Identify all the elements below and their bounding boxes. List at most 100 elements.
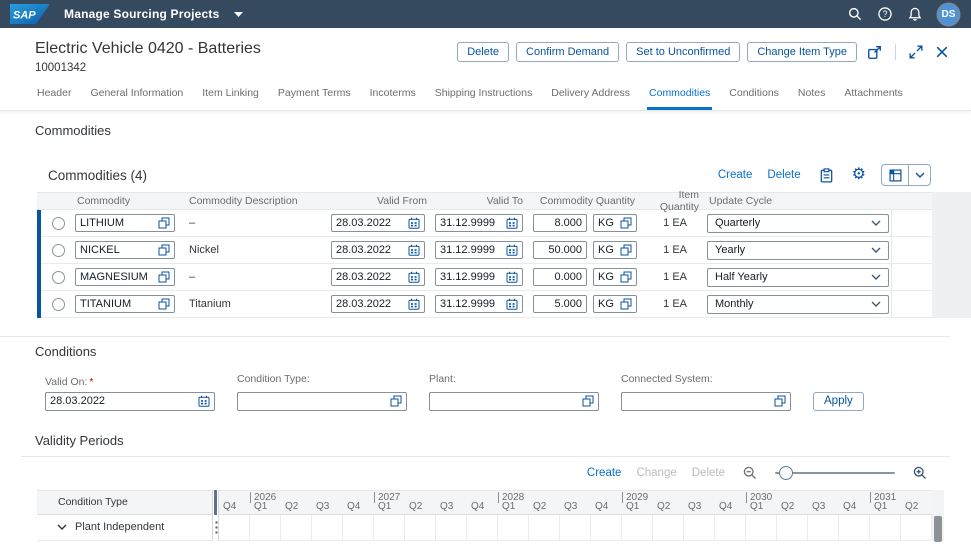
timeline-quarter[interactable]: Q2	[405, 491, 436, 514]
gantt-cell[interactable]	[777, 515, 808, 541]
unit-input[interactable]: KG	[593, 268, 637, 286]
calendar-icon[interactable]	[506, 298, 518, 310]
timeline-quarter[interactable]: 2028Q1	[498, 491, 529, 514]
timeline-quarter[interactable]: Q4	[715, 491, 746, 514]
timeline-quarter[interactable]: Q2	[281, 491, 312, 514]
tab-commodities[interactable]: Commodities	[647, 87, 712, 110]
gantt-cell[interactable]	[560, 515, 591, 541]
calendar-icon[interactable]	[408, 298, 420, 310]
gantt-cell[interactable]	[374, 515, 405, 541]
row-select-radio[interactable]	[52, 298, 65, 311]
timeline-quarter[interactable]: Q3	[808, 491, 839, 514]
apply-button[interactable]: Apply	[813, 392, 864, 411]
gantt-cell[interactable]	[870, 515, 901, 541]
settings-gear-icon[interactable]: ⚙	[852, 168, 866, 182]
calendar-icon[interactable]	[408, 217, 420, 229]
gantt-cell[interactable]	[250, 515, 281, 541]
zoom-slider[interactable]	[775, 466, 895, 480]
timeline-quarter[interactable]: Q2	[901, 491, 932, 514]
gantt-row-plant-independent[interactable]: Plant Independent	[37, 515, 212, 541]
quantity-input[interactable]: 0.000	[533, 268, 587, 286]
gantt-cell[interactable]	[591, 515, 622, 541]
update-cycle-select[interactable]: Quarterly	[707, 214, 889, 233]
expand-chevron-icon[interactable]	[57, 524, 67, 530]
gantt-cell[interactable]	[529, 515, 560, 541]
zoom-out-icon[interactable]	[740, 464, 760, 482]
tab-incoterms[interactable]: Incoterms	[368, 87, 418, 110]
quantity-input[interactable]: 8.000	[533, 214, 587, 232]
value-help-icon[interactable]	[158, 298, 170, 310]
help-icon[interactable]: ?	[878, 7, 892, 21]
valid-to-input[interactable]: 31.12.9999	[435, 295, 523, 313]
vp-delete-button[interactable]: Delete	[692, 467, 725, 479]
timeline-quarter[interactable]: 2027Q1	[374, 491, 405, 514]
quantity-input[interactable]: 5.000	[533, 295, 587, 313]
timeline-quarter[interactable]: 2031Q1	[870, 491, 901, 514]
tab-header[interactable]: Header	[35, 87, 73, 110]
set-to-unconfirmed-button[interactable]: Set to Unconfirmed	[626, 42, 740, 62]
splitter-handle[interactable]	[212, 490, 219, 541]
update-cycle-select[interactable]: Yearly	[707, 241, 889, 260]
fullscreen-icon[interactable]	[906, 43, 926, 61]
tab-general-information[interactable]: General Information	[88, 87, 185, 110]
valid-to-input[interactable]: 31.12.9999	[435, 268, 523, 286]
value-help-icon[interactable]	[158, 217, 170, 229]
plant-input[interactable]	[429, 392, 599, 411]
condition-type-input[interactable]	[237, 392, 407, 411]
avatar[interactable]: DS	[938, 4, 959, 25]
gantt-cell[interactable]	[839, 515, 870, 541]
delete-button[interactable]: Delete	[457, 42, 509, 62]
vertical-scrollbar[interactable]	[932, 490, 944, 541]
tab-attachments[interactable]: Attachments	[842, 87, 904, 110]
gantt-cell[interactable]	[219, 515, 250, 541]
value-help-icon[interactable]	[620, 271, 632, 283]
valid-from-input[interactable]: 28.03.2022	[331, 295, 425, 313]
gantt-cell[interactable]	[498, 515, 529, 541]
timeline-quarter[interactable]: Q3	[684, 491, 715, 514]
gantt-cell[interactable]	[281, 515, 312, 541]
row-select-radio[interactable]	[52, 271, 65, 284]
gantt-cell[interactable]	[436, 515, 467, 541]
timeline-quarter[interactable]: Q2	[777, 491, 808, 514]
commodity-input[interactable]: NICKEL	[75, 241, 175, 259]
value-help-icon[interactable]	[390, 395, 402, 407]
row-select-radio[interactable]	[52, 244, 65, 257]
timeline-quarter[interactable]: Q2	[653, 491, 684, 514]
zoom-in-icon[interactable]	[910, 464, 930, 482]
valid-from-input[interactable]: 28.03.2022	[331, 241, 425, 259]
valid-to-input[interactable]: 31.12.9999	[435, 214, 523, 232]
tab-delivery-address[interactable]: Delivery Address	[549, 87, 632, 110]
valid-on-input[interactable]: 28.03.2022	[45, 392, 215, 411]
gantt-cell[interactable]	[467, 515, 498, 541]
valid-from-input[interactable]: 28.03.2022	[331, 214, 425, 232]
timeline-quarter[interactable]: Q3	[312, 491, 343, 514]
timeline-quarter[interactable]: Q4	[467, 491, 498, 514]
connected-system-input[interactable]	[621, 392, 791, 411]
gantt-cell[interactable]	[622, 515, 653, 541]
commodity-input[interactable]: MAGNESIUM	[75, 268, 175, 286]
timeline-quarter[interactable]: Q4	[591, 491, 622, 514]
valid-from-input[interactable]: 28.03.2022	[331, 268, 425, 286]
close-icon[interactable]	[933, 44, 951, 60]
confirm-demand-button[interactable]: Confirm Demand	[516, 42, 619, 62]
gantt-cell[interactable]	[684, 515, 715, 541]
timeline-quarter[interactable]: 2030Q1	[746, 491, 777, 514]
calendar-icon[interactable]	[506, 244, 518, 256]
gantt-cell[interactable]	[343, 515, 374, 541]
timeline-quarter[interactable]: Q3	[436, 491, 467, 514]
value-help-icon[interactable]	[620, 244, 632, 256]
value-help-icon[interactable]	[620, 217, 632, 229]
table-create-button[interactable]: Create	[718, 169, 753, 181]
gantt-cell[interactable]	[901, 515, 932, 541]
gantt-cell[interactable]	[653, 515, 684, 541]
update-cycle-select[interactable]: Half Yearly	[707, 268, 889, 287]
bell-icon[interactable]	[908, 7, 922, 21]
commodity-input[interactable]: TITANIUM	[75, 295, 175, 313]
gantt-cell[interactable]	[405, 515, 436, 541]
unit-input[interactable]: KG	[593, 214, 637, 232]
value-help-icon[interactable]	[774, 395, 786, 407]
calendar-icon[interactable]	[408, 244, 420, 256]
share-icon[interactable]	[864, 43, 885, 62]
value-help-icon[interactable]	[158, 271, 170, 283]
value-help-icon[interactable]	[620, 298, 632, 310]
